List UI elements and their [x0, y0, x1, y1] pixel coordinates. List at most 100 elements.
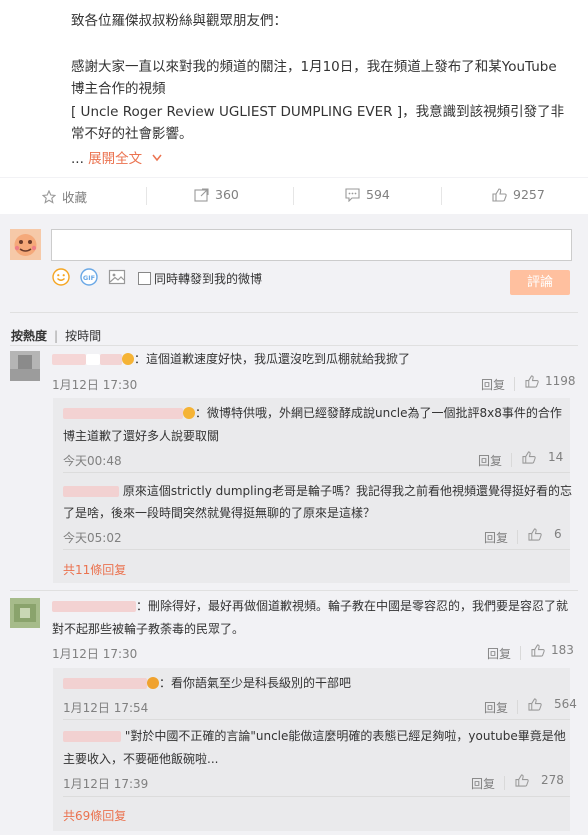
reply-button[interactable]: 回复 [471, 775, 495, 792]
avatar[interactable] [10, 351, 40, 381]
sort-by-hot-tab[interactable]: 按熱度 [11, 329, 47, 343]
reply-button[interactable]: 回复 [487, 645, 511, 662]
like-button[interactable]: 9257 [492, 187, 545, 202]
thumbs-up-icon [528, 527, 542, 541]
like-count: 564 [554, 697, 577, 711]
username-redacted[interactable] [63, 731, 121, 742]
comment-body: ：刪除得好，最好再做個道歉視頻。輪子教在中國是零容忍的，我們要是容忍了就 [136, 599, 569, 613]
repost-checkbox[interactable] [138, 272, 151, 285]
divider [517, 700, 518, 714]
divider [520, 646, 521, 660]
reply-button[interactable]: 回复 [484, 699, 508, 716]
reply-like-button[interactable]: 14 [522, 450, 563, 464]
comment-like-button[interactable]: 183 [531, 643, 574, 657]
divider [63, 549, 570, 550]
username-redacted[interactable] [52, 354, 86, 365]
like-count: 6 [554, 527, 562, 541]
divider [293, 187, 294, 205]
thumbs-up-icon [525, 374, 539, 388]
reply-button[interactable]: 回复 [484, 529, 508, 546]
reply-like-button[interactable]: 6 [528, 527, 562, 541]
star-icon [42, 189, 56, 204]
emoji-icon [183, 407, 195, 419]
reply-button[interactable]: 回复 [481, 376, 505, 393]
gif-icon[interactable]: GIF [80, 268, 98, 286]
comment-icon [345, 187, 360, 202]
tab-separator: | [54, 329, 59, 343]
divider [514, 377, 515, 391]
reply-like-button[interactable]: 278 [515, 773, 564, 787]
like-count: 14 [548, 450, 564, 464]
repost-count: 360 [215, 187, 239, 202]
repost-checkbox-label: 同時轉發到我的微博 [154, 272, 263, 286]
svg-text:GIF: GIF [83, 274, 95, 282]
repost-button[interactable]: 360 [194, 187, 239, 202]
favorite-label: 收藏 [62, 190, 88, 205]
avatar [10, 229, 41, 260]
reply-time: 1月12日 17:39 [63, 777, 149, 791]
reply-body: ：微博特供哦，外網已經發酵成說uncle為了一個批評8x8事件的合作 [195, 406, 562, 420]
divider [146, 187, 147, 205]
divider [63, 796, 570, 797]
comment-input[interactable] [51, 229, 572, 261]
reply-body: "對於中國不正確的言論"uncle能做這麼明確的表態已經足夠啦，youtube畢… [124, 729, 566, 743]
reply-time: 1月12日 17:54 [63, 701, 149, 715]
divider [10, 312, 578, 313]
comment-text: ：刪除得好，最好再做個道歉視頻。輪子教在中國是零容忍的，我們要是容忍了就 [52, 596, 568, 617]
post-text-line: 常不好的社會影響。 [71, 126, 193, 142]
sort-by-time-tab[interactable]: 按時間 [65, 329, 101, 343]
reply-button[interactable]: 回复 [478, 452, 502, 469]
ellipsis: ... [71, 151, 84, 167]
like-count: 9257 [513, 187, 545, 202]
post-text-line: 感謝大家一直以來對我的頻道的關注，1月10日，我在頻道上發布了和某YouTube [71, 59, 557, 75]
emoji-icon [147, 677, 159, 689]
divider [504, 776, 505, 790]
post-text-line: [ Uncle Roger Review UGLIEST DUMPLING EV… [71, 104, 565, 120]
username-redacted[interactable] [100, 354, 122, 365]
comment-button[interactable]: 594 [345, 187, 390, 202]
repost-icon [194, 187, 209, 202]
comment-sort-tabs: 按熱度 | 按時間 [11, 327, 101, 344]
reply-body: 原來這個strictly dumpling老哥是輪子嗎？我記得我之前看他視頻還覺… [122, 484, 573, 498]
divider [511, 453, 512, 467]
comment-body: ：這個道歉速度好快，我瓜還沒吃到瓜棚就給我掀了 [134, 352, 411, 366]
comment-text-line: 對不起那些被輪子教荼毒的民眾了。 [52, 622, 245, 636]
comment-time: 1月12日 17:30 [52, 378, 138, 392]
reply-time: 今天05:02 [63, 531, 122, 545]
reply-body: ：看你語氣至少是科長級別的干部吧 [159, 676, 352, 690]
username-redacted[interactable] [52, 601, 136, 612]
reply-text: 原來這個strictly dumpling老哥是輪子嗎？我記得我之前看他視頻還覺… [63, 481, 572, 502]
username-redacted[interactable] [63, 486, 119, 497]
chevron-down-icon [152, 154, 163, 162]
comment-count: 594 [366, 187, 390, 202]
view-more-replies-link[interactable]: 共69條回复 [63, 807, 126, 824]
comment-like-button[interactable]: 1198 [525, 374, 576, 388]
comment-text: ：這個道歉速度好快，我瓜還沒吃到瓜棚就給我掀了 [52, 349, 410, 370]
divider [441, 187, 442, 205]
image-icon[interactable] [108, 268, 126, 286]
submit-comment-button[interactable]: 評論 [510, 270, 570, 295]
reply-time: 今天00:48 [63, 454, 122, 468]
post-action-bar: 收藏 360 594 9257 [0, 177, 588, 215]
avatar[interactable] [10, 598, 40, 628]
favorite-button[interactable]: 收藏 [42, 187, 87, 206]
username-redacted[interactable] [63, 678, 147, 689]
view-more-replies-link[interactable]: 共11條回复 [63, 561, 126, 578]
divider [63, 472, 570, 473]
reply-text: ：微博特供哦，外網已經發酵成說uncle為了一個批評8x8事件的合作 [63, 403, 562, 424]
divider [10, 345, 578, 346]
username-redacted[interactable] [63, 408, 183, 419]
reply-like-button[interactable]: 564 [528, 697, 577, 711]
post-greeting: 致各位羅傑叔叔粉絲與觀眾朋友們： [71, 13, 287, 29]
reply-text-line: 主要收入，不要砸他飯碗啦... [63, 752, 219, 766]
expand-full-text-link[interactable]: ... 展開全文 [71, 147, 163, 167]
emoji-icon[interactable] [52, 268, 70, 286]
reply-text-line: 了是啥，後來一段時間突然就覺得挺無聊的了原來是這樣？ [63, 506, 376, 520]
like-count: 278 [541, 773, 564, 787]
post-body: 致各位羅傑叔叔粉絲與觀眾朋友們： 感謝大家一直以來對我的頻道的關注，1月10日，… [0, 0, 588, 178]
reply-text-line: 博主道歉了還好多人說要取關 [63, 429, 220, 443]
thumbs-up-icon [492, 187, 507, 202]
reply-text: ：看你語氣至少是科長級別的干部吧 [63, 673, 351, 694]
divider [517, 530, 518, 544]
thumbs-up-icon [522, 450, 536, 464]
